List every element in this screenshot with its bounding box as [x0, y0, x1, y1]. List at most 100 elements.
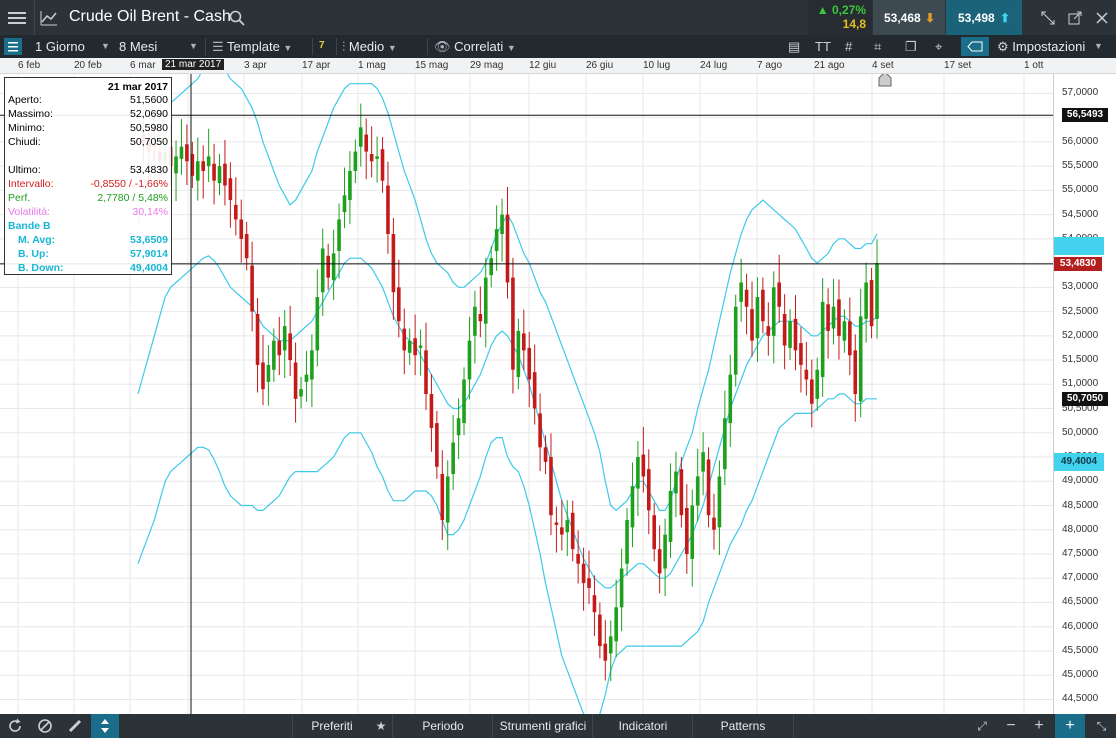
- range-select[interactable]: 8 Mesi: [119, 39, 157, 54]
- refresh-icon[interactable]: [0, 714, 30, 738]
- candle-body: [261, 362, 265, 390]
- candle-body: [429, 394, 434, 428]
- bottom-toolbar: Preferiti ★ Periodo Strumenti grafici In…: [0, 714, 1116, 738]
- search-icon[interactable]: [226, 0, 248, 35]
- change-pct: 0,27%: [831, 3, 866, 17]
- caret-down-icon: ▼: [387, 43, 397, 53]
- grid-icon[interactable]: #: [845, 39, 852, 54]
- info-row: Minimo: 50,5980: [8, 122, 168, 135]
- time-label: 17 set: [944, 60, 972, 71]
- info-row: Intervallo: -0,8550 / -1,66%: [8, 178, 168, 191]
- candle-body: [875, 263, 879, 319]
- price-tick: 54,5000: [1062, 208, 1099, 220]
- tab-preferiti[interactable]: Preferiti: [292, 714, 371, 738]
- popout-icon[interactable]: [1062, 0, 1088, 35]
- price-tick: 52,5000: [1062, 305, 1099, 317]
- candle-body: [679, 469, 684, 516]
- chart-type-select[interactable]: ⫶ Medio ▼: [342, 39, 397, 55]
- star-icon[interactable]: ★: [370, 714, 392, 738]
- candle-body: [293, 362, 298, 399]
- list-icon[interactable]: [4, 38, 22, 55]
- candle-body: [701, 452, 705, 472]
- tab-indicatori[interactable]: Indicatori: [592, 714, 693, 738]
- caret-down-icon[interactable]: ▼: [1094, 41, 1103, 51]
- price-tick: 56,0000: [1062, 135, 1099, 147]
- close-price-tag: 50,7050: [1062, 391, 1108, 406]
- candle-body: [217, 166, 222, 184]
- zoom-out-icon[interactable]: −: [998, 714, 1024, 738]
- info-value: 51,5600: [130, 94, 168, 106]
- tab-label: Strumenti grafici: [499, 719, 587, 733]
- block-icon[interactable]: [30, 714, 60, 738]
- caret-down-icon[interactable]: ▼: [101, 41, 110, 51]
- candle-body: [799, 343, 803, 365]
- candle-body: [326, 255, 330, 278]
- tab-patterns[interactable]: Patterns: [692, 714, 794, 738]
- candle-body: [331, 253, 336, 281]
- candle-body: [733, 306, 738, 375]
- text-size-icon[interactable]: TT: [815, 39, 831, 54]
- candle-body: [288, 333, 292, 361]
- sell-price: 53,468: [884, 11, 921, 25]
- info-key: Bande B: [8, 220, 51, 232]
- up-triangle-icon: ▲: [816, 3, 829, 17]
- drag-pan-icon[interactable]: ⤢: [968, 714, 996, 738]
- candle-body: [228, 178, 233, 201]
- candle-body: [511, 277, 515, 370]
- info-key: Massimo:: [8, 108, 53, 120]
- tag-icon[interactable]: [961, 37, 989, 56]
- time-label: 1 ott: [1024, 60, 1044, 71]
- candle-body: [315, 297, 320, 351]
- candle-body: [549, 457, 553, 516]
- price-axis[interactable]: 57,000056,500056,000055,500055,000054,50…: [1053, 74, 1116, 714]
- chart-line-icon[interactable]: [35, 0, 62, 35]
- expand-icon[interactable]: [1036, 0, 1060, 35]
- candle-body: [402, 328, 407, 351]
- candle-body: [494, 229, 499, 251]
- crosshair-icon[interactable]: ⌖: [935, 39, 942, 55]
- windows-icon[interactable]: ❐: [905, 39, 917, 55]
- sell-price-button[interactable]: 53,468 ⬇: [873, 0, 945, 35]
- info-key: Ultimo:: [8, 164, 41, 176]
- tab-strumenti-grafici[interactable]: Strumenti grafici: [492, 714, 593, 738]
- info-key: M. Avg:: [18, 234, 56, 246]
- candle-body: [467, 340, 472, 380]
- caret-down-icon[interactable]: ▼: [189, 41, 198, 51]
- candle-body: [625, 520, 629, 564]
- time-label: 21 ago: [814, 60, 845, 71]
- candle-body: [342, 195, 347, 213]
- zoom-in-icon[interactable]: +: [1026, 714, 1052, 738]
- candle-body: [451, 442, 455, 474]
- fullscreen-icon[interactable]: ⤡: [1087, 714, 1116, 738]
- caret-down-icon: ▼: [506, 43, 516, 53]
- tab-periodo[interactable]: Periodo: [392, 714, 493, 738]
- candle-body: [435, 423, 439, 467]
- info-row: Massimo: 52,0690: [8, 108, 168, 121]
- menu-icon[interactable]: [0, 0, 35, 35]
- settings-button[interactable]: ⚙ Impostazioni: [997, 39, 1085, 55]
- related-select[interactable]: 👁 Correlati ▼: [434, 39, 516, 55]
- candle-body: [869, 280, 874, 327]
- candle-body: [201, 161, 206, 171]
- vertical-resize-icon[interactable]: [91, 714, 119, 738]
- candle-body: [663, 534, 667, 569]
- pencil-icon[interactable]: [60, 714, 90, 738]
- interval-select[interactable]: 1 Giorno: [35, 39, 85, 54]
- time-label: 20 feb: [74, 60, 102, 71]
- candle-body: [413, 338, 417, 356]
- close-icon[interactable]: [1090, 0, 1114, 35]
- crosshair-mode-icon[interactable]: +: [1055, 714, 1085, 738]
- info-value: -0,8550 / -1,66%: [90, 178, 168, 190]
- template-select[interactable]: ☰ Template ▼: [212, 39, 292, 55]
- candle-body: [407, 340, 412, 353]
- candle-body: [706, 459, 711, 516]
- tab-label: Preferiti: [311, 719, 353, 733]
- time-label: 6 feb: [18, 60, 41, 71]
- alerts-badge[interactable]: 7: [319, 40, 325, 51]
- crosshair-grid-icon[interactable]: ⌗: [874, 39, 881, 55]
- toolbar-divider: [336, 38, 337, 55]
- candle-body: [723, 418, 727, 470]
- buy-price-button[interactable]: 53,498 ⬆: [946, 0, 1022, 35]
- drawing-list-icon[interactable]: ▤: [788, 39, 800, 55]
- candle-body: [777, 282, 781, 307]
